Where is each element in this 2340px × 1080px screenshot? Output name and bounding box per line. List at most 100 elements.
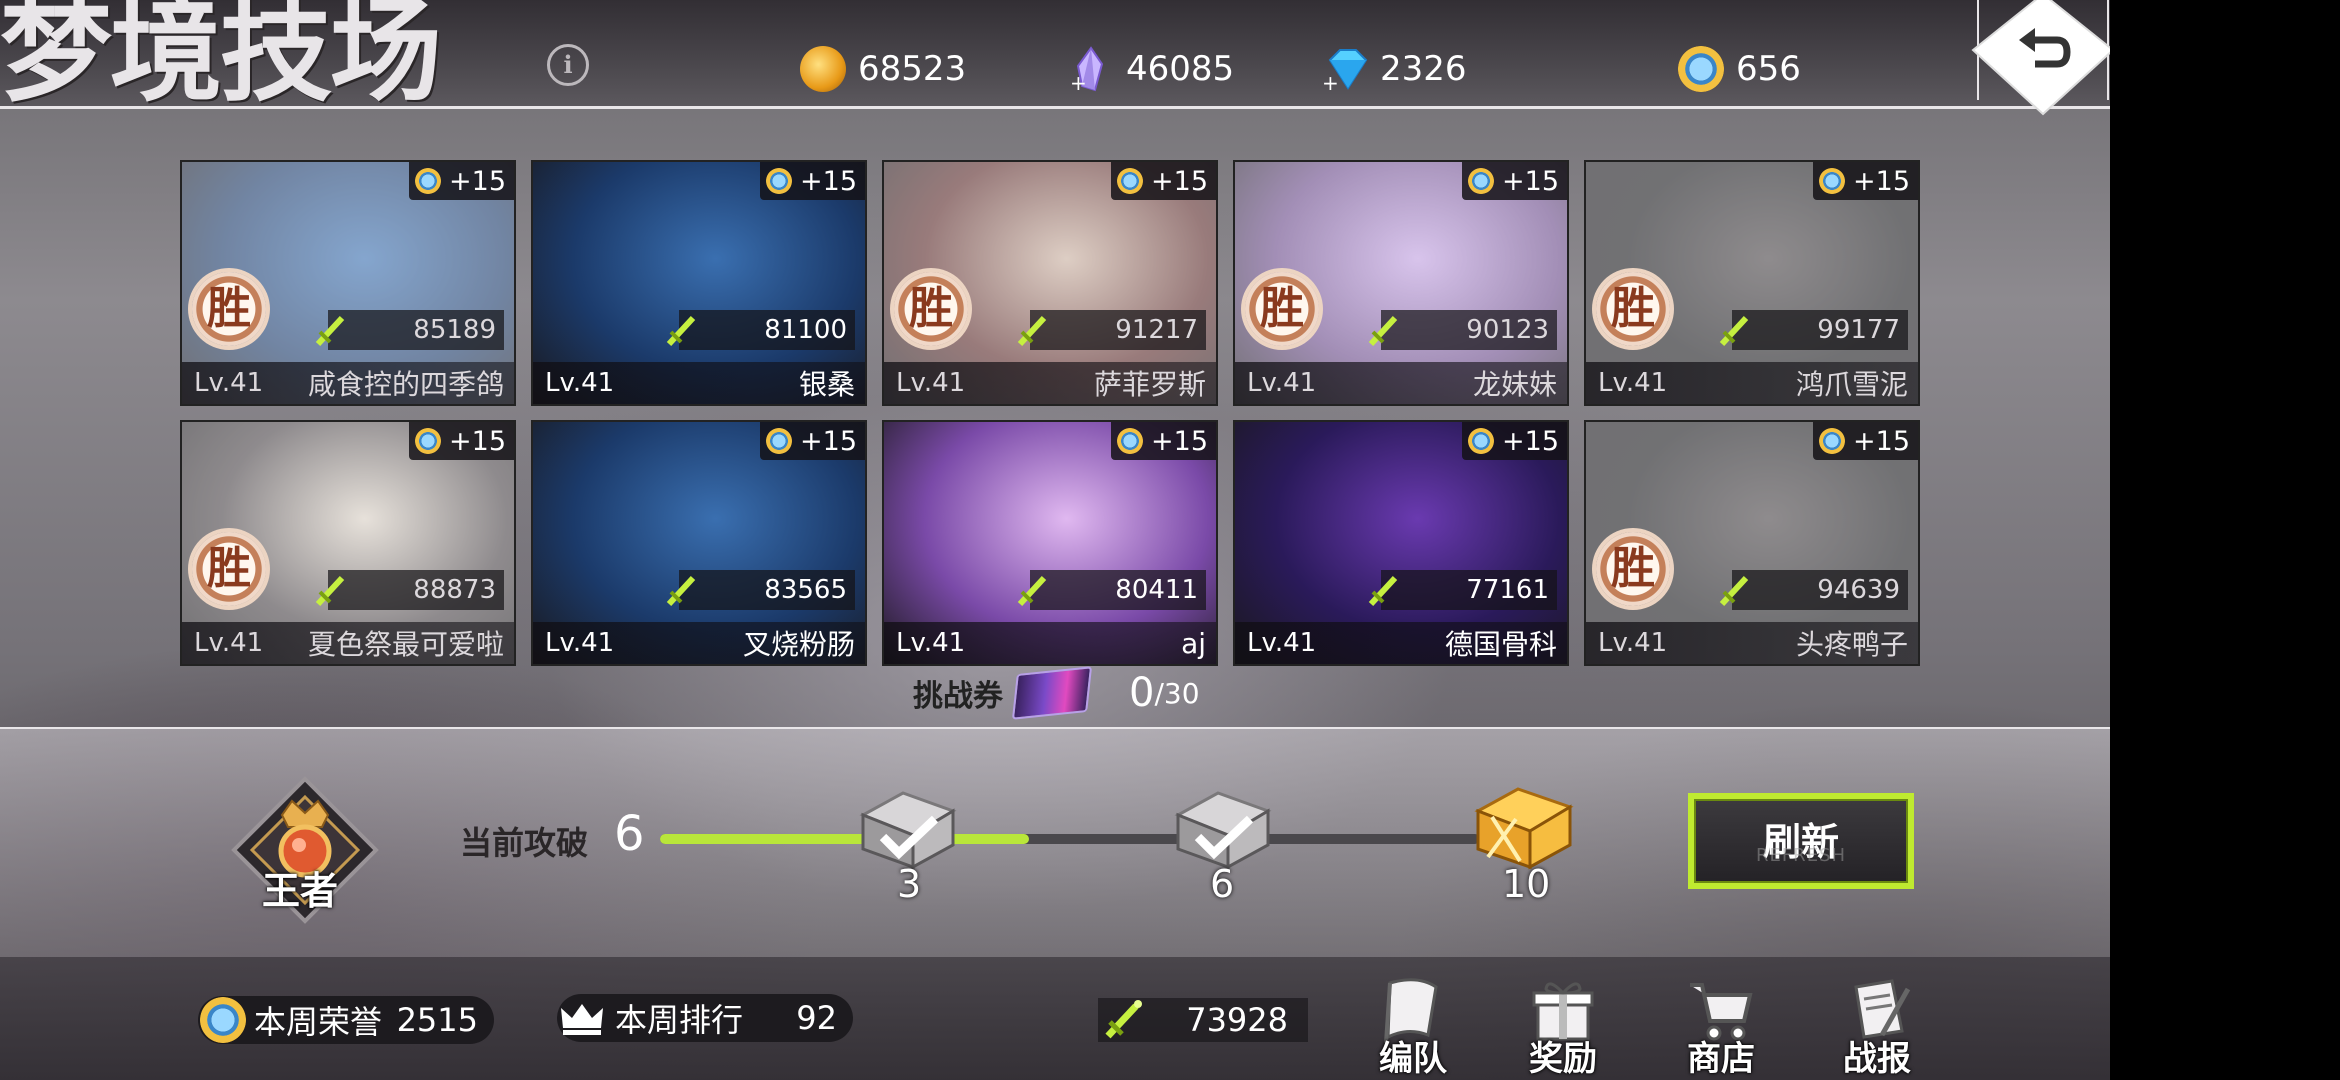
victory-badge: 胜 [1245,272,1319,346]
honor-bonus: +15 [449,165,506,197]
weekly-honor: 本周荣誉 2515 [198,996,494,1044]
honor-coin-icon [415,428,442,454]
victory-badge: 胜 [192,272,266,346]
opponent-power: 85189 [315,310,504,350]
svg-text:+: + [1322,71,1339,92]
nav-reward-button[interactable]: 奖励 [1508,975,1618,1079]
weekly-rank-label: 本周排行 [615,1001,744,1039]
power-value: 91217 [1115,315,1198,345]
team-power-value: 73928 [1186,1001,1288,1039]
crystal-plus-icon: + [1070,46,1104,92]
challenge-ticket-icon [1011,666,1093,720]
sword-icon [1105,1000,1142,1039]
opponent-power: 99177 [1719,310,1908,350]
opponent-power: 80411 [1017,570,1206,610]
honor-currency: 656 [1678,44,1801,94]
opponent-card[interactable]: +15 80411 Lv.41 aj [882,420,1218,666]
opponent-name: 银桑 [798,368,855,401]
opponent-card[interactable]: +15 90123 胜 Lv.41 龙妹妹 [1233,160,1569,406]
diamond-currency[interactable]: + 2326 [1322,44,1467,94]
opponent-card[interactable]: +15 81100 Lv.41 银桑 [531,160,867,406]
sword-icon [1719,575,1749,607]
nav-reward-label: 奖励 [1529,1039,1597,1079]
opponent-level: Lv.41 [896,628,966,658]
opponent-level: Lv.41 [1598,628,1668,658]
honor-bonus-badge: +15 [1462,162,1567,200]
power-value: 83565 [764,575,847,605]
honor-bonus: +15 [449,425,506,457]
chest-claimed-icon[interactable] [1158,775,1288,875]
honor-bonus-badge: +15 [1111,422,1216,460]
crystal-currency[interactable]: + 46085 [1068,44,1234,94]
power-value: 85189 [413,315,496,345]
opponent-info: Lv.41 夏色祭最可爱啦 [182,622,514,664]
nav-formation-label: 编队 [1379,1039,1447,1079]
honor-bonus: +15 [800,165,857,197]
screen-letterbox [2110,0,2340,1080]
victory-badge: 胜 [192,532,266,606]
honor-coin-icon [1117,168,1144,194]
honor-bonus-badge: +15 [409,162,514,200]
challenge-ticket: 挑战券 0 /30 [913,666,1200,720]
honor-bonus-badge: +15 [1462,422,1567,460]
victory-badge: 胜 [1596,272,1670,346]
chest-threshold-6: 6 [1210,862,1235,906]
opponent-info: Lv.41 头疼鸭子 [1586,622,1918,664]
ticket-label: 挑战券 [913,679,1003,714]
nav-battle-report-label: 战报 [1843,1039,1911,1079]
opponent-power: 94639 [1719,570,1908,610]
opponent-power: 88873 [315,570,504,610]
opponent-card[interactable]: +15 85189 胜 Lv.41 咸食控的四季鸽 [180,160,516,406]
opponent-card[interactable]: +15 94639 胜 Lv.41 头疼鸭子 [1584,420,1920,666]
opponent-info: Lv.41 咸食控的四季鸽 [182,362,514,404]
honor-coin-icon [1819,428,1846,454]
opponent-level: Lv.41 [1247,628,1317,658]
chest-claimed-icon[interactable] [843,775,973,875]
opponent-level: Lv.41 [896,368,966,398]
crystal-amount: 46085 [1126,49,1235,89]
victory-badge: 胜 [894,272,968,346]
sword-icon [1017,315,1047,347]
gold-currency[interactable]: 68523 [800,44,966,94]
opponent-card[interactable]: +15 99177 胜 Lv.41 鸿爪雪泥 [1584,160,1920,406]
opponent-card[interactable]: +15 83565 Lv.41 叉烧粉肠 [531,420,867,666]
weekly-honor-value: 2515 [396,1001,478,1039]
honor-bonus-badge: +15 [1813,162,1918,200]
nav-battle-report-button[interactable]: 战报 [1822,975,1932,1079]
return-arrow-icon[interactable] [1963,0,2110,127]
refresh-button[interactable]: 刷新 REFRESH [1688,793,1914,889]
opponent-card[interactable]: +15 77161 Lv.41 德国骨科 [1233,420,1569,666]
opponent-card[interactable]: +15 88873 胜 Lv.41 夏色祭最可爱啦 [180,420,516,666]
page-title: 梦境技场 [0,0,442,117]
honor-bonus: +15 [1853,425,1910,457]
nav-shop-label: 商店 [1687,1039,1755,1079]
sword-icon [1368,575,1398,607]
opponent-level: Lv.41 [194,368,264,398]
sword-icon [1719,315,1749,347]
current-breaks-label: 当前攻破 [460,824,589,862]
opponent-level: Lv.41 [545,368,615,398]
info-icon[interactable]: i [547,44,589,86]
opponent-name: 叉烧粉肠 [742,628,855,661]
honor-coin-icon [766,428,793,454]
gold-chest-icon[interactable] [1458,775,1588,875]
crown-icon [561,1004,603,1035]
honor-coin-icon [766,168,793,194]
opponent-power: 81100 [666,310,855,350]
nav-formation-button[interactable]: 编队 [1358,975,1468,1079]
honor-coin-icon [1468,428,1495,454]
opponent-level: Lv.41 [1598,368,1668,398]
honor-bonus: +15 [1151,425,1208,457]
opponent-card[interactable]: +15 91217 胜 Lv.41 萨菲罗斯 [882,160,1218,406]
sword-icon [315,575,345,607]
nav-shop-button[interactable]: 商店 [1666,975,1776,1079]
opponent-info: Lv.41 叉烧粉肠 [533,622,865,664]
refresh-sublabel: REFRESH [1755,845,1847,866]
honor-coin-amount: 656 [1736,49,1801,89]
weekly-honor-label: 本周荣誉 [254,1003,383,1041]
opponent-info: Lv.41 萨菲罗斯 [884,362,1216,404]
power-value: 99177 [1817,315,1900,345]
honor-bonus: +15 [1853,165,1910,197]
weekly-rank[interactable]: 本周排行 92 [557,994,853,1042]
power-value: 94639 [1817,575,1900,605]
